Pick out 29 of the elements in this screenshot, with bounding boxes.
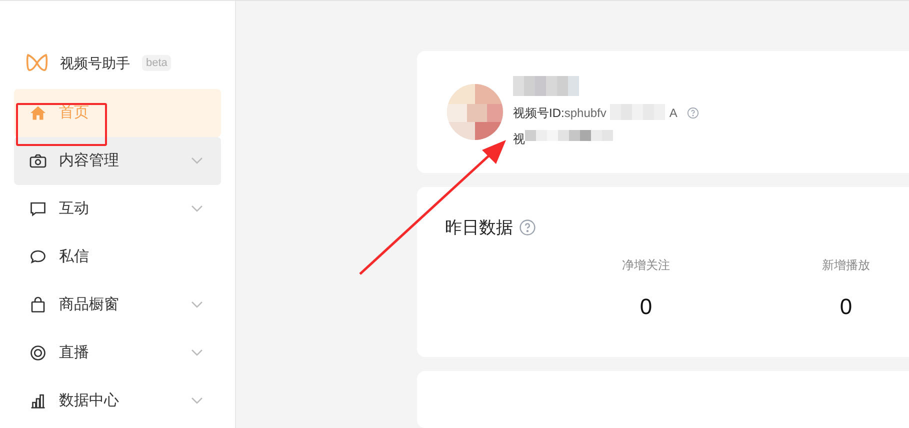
profile-line: 视 bbox=[513, 130, 525, 148]
id-value-end: A bbox=[669, 104, 678, 122]
id-label: 视频号ID: bbox=[513, 104, 564, 122]
bar-chart-icon bbox=[29, 392, 47, 410]
stat-label: 净增关注 bbox=[622, 257, 670, 274]
stat-value: 0 bbox=[840, 293, 852, 322]
comment-icon bbox=[29, 200, 47, 218]
help-icon[interactable] bbox=[687, 106, 700, 119]
card-title: 昨日数据 bbox=[445, 216, 513, 239]
chevron-down-icon bbox=[191, 205, 203, 213]
blurred-id bbox=[610, 104, 666, 120]
chevron-down-icon bbox=[191, 397, 203, 405]
chevron-down-icon bbox=[191, 157, 203, 165]
blurred-name bbox=[513, 76, 579, 96]
camera-icon bbox=[29, 152, 47, 170]
beta-badge: beta bbox=[142, 54, 172, 72]
bag-icon bbox=[29, 296, 47, 314]
logo-icon bbox=[26, 53, 48, 73]
id-value-start: sphubfv bbox=[564, 104, 606, 122]
chat-bubble-icon bbox=[29, 248, 47, 266]
chevron-down-icon bbox=[191, 349, 203, 357]
stat-label: 新增播放 bbox=[822, 257, 870, 274]
home-icon bbox=[29, 104, 47, 122]
chevron-down-icon bbox=[191, 301, 203, 309]
help-icon[interactable] bbox=[519, 218, 536, 236]
live-icon bbox=[29, 344, 47, 362]
nav-item[interactable]: 内容管理 bbox=[14, 137, 221, 185]
brand-name: 视频号助手 bbox=[60, 54, 130, 72]
stat-value: 0 bbox=[640, 293, 652, 322]
